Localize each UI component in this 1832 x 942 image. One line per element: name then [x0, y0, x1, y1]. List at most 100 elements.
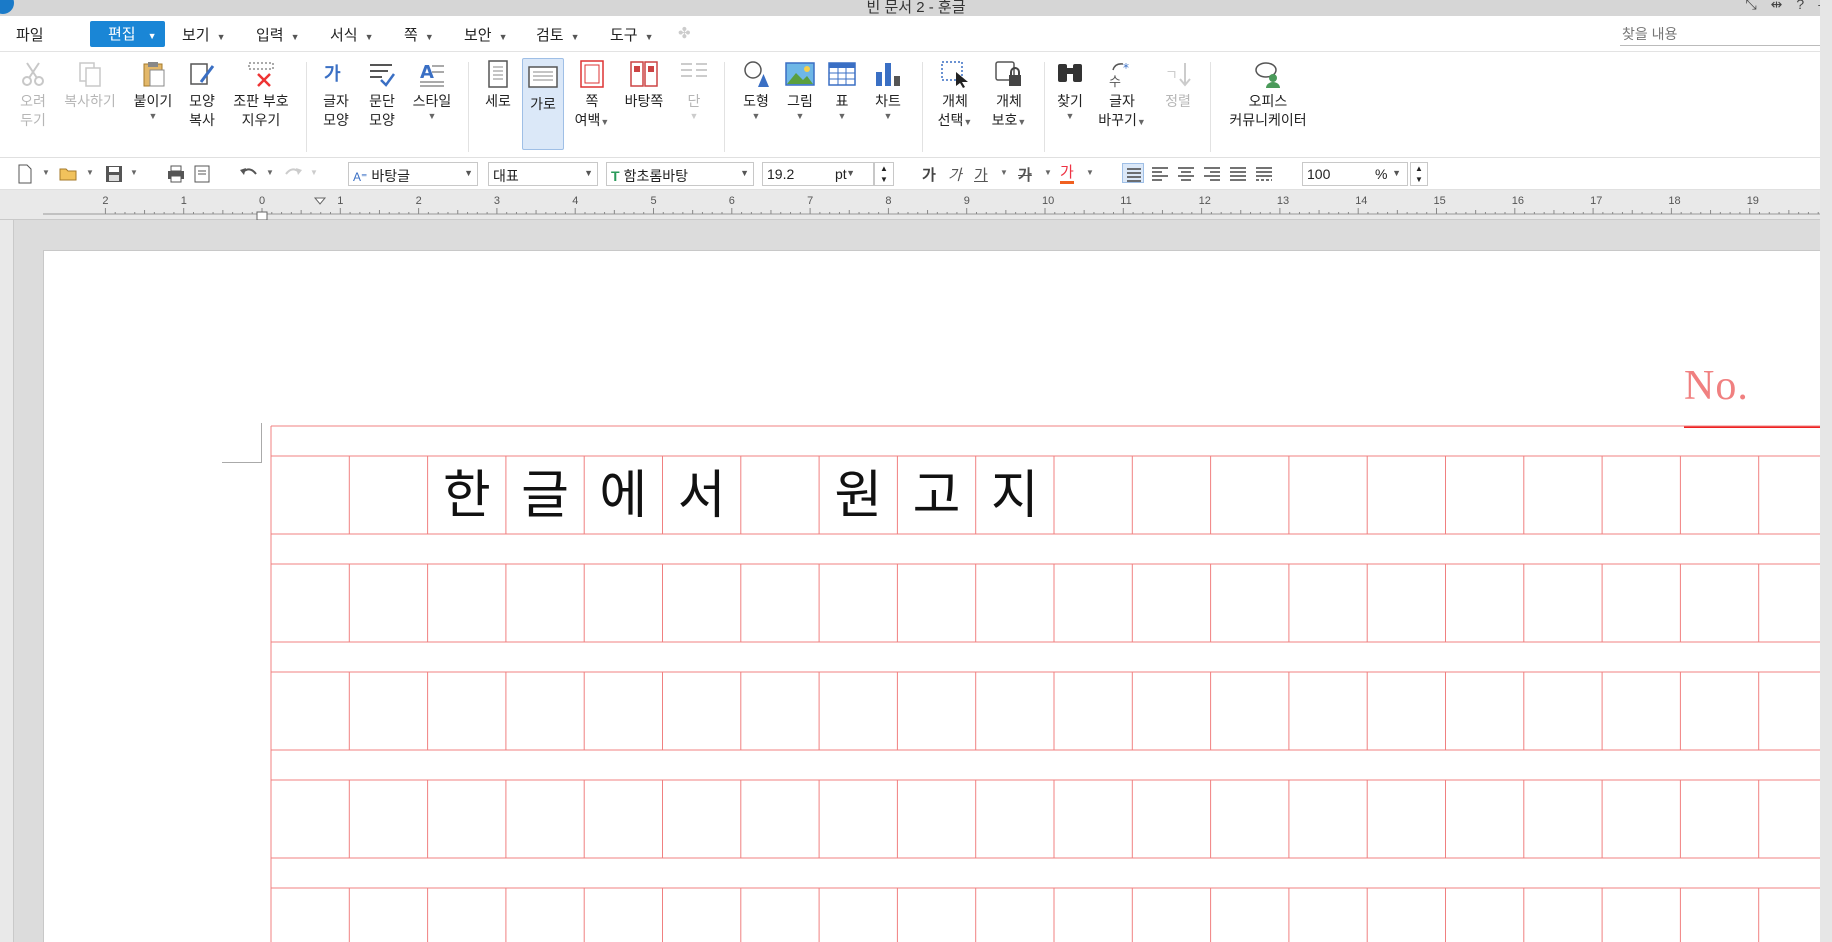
picture-icon — [785, 62, 815, 86]
search-input[interactable] — [1620, 22, 1832, 46]
chart-button[interactable]: 차트 ▼ — [866, 60, 910, 152]
replace-char-button[interactable]: 수 * 글자 바꾸기▼ — [1094, 60, 1150, 152]
chevron-down-icon[interactable]: ▼ — [86, 168, 94, 188]
chevron-down-icon[interactable]: ▼ — [1086, 168, 1094, 188]
distribute-icon[interactable] — [1228, 164, 1248, 184]
font-size-stepper[interactable]: ▲ ▼ — [874, 162, 894, 186]
vertical-ruler[interactable] — [0, 220, 14, 942]
grid-cell-char: 고 — [913, 466, 961, 526]
format-painter-icon — [190, 63, 215, 85]
master-page-button[interactable]: 바탕쪽 — [618, 60, 670, 152]
document-area[interactable]: No. 1 한글에서원고지 — [14, 220, 1832, 942]
chevron-down-icon[interactable]: ▼ — [266, 168, 274, 188]
cut-button[interactable]: 오려 두기 — [12, 60, 54, 152]
sort-button[interactable]: ㄱ 정렬 — [1158, 60, 1198, 152]
chevron-down-icon: ▼ — [740, 168, 749, 178]
menu-edit[interactable]: 편집 ▼ — [90, 21, 165, 47]
menu-page[interactable]: 쪽 ▼ — [404, 24, 434, 45]
portrait-button[interactable]: 세로 — [478, 60, 518, 152]
menu-format[interactable]: 서식 ▼ — [330, 24, 374, 45]
svg-text:A: A — [420, 62, 434, 83]
portrait-page-icon — [488, 60, 508, 88]
menu-file[interactable]: 파일 — [16, 24, 44, 45]
menu-review[interactable]: 검토 ▼ — [536, 24, 580, 45]
new-document-icon[interactable] — [16, 164, 34, 184]
office-communicator-button[interactable]: 오피스 커뮤니케이터 — [1220, 60, 1316, 152]
undo-icon[interactable] — [238, 164, 260, 184]
char-shape-button[interactable]: 가 글자 모양 — [316, 60, 356, 152]
chevron-down-icon[interactable]: ▼ — [42, 168, 50, 188]
align-center-icon[interactable] — [1176, 164, 1196, 184]
print-preview-icon[interactable] — [192, 164, 212, 184]
manuscript-grid[interactable]: 한글에서 원고지 — [44, 251, 1832, 942]
protect-object-button[interactable]: 개체 보호▼ — [984, 60, 1034, 152]
align-left-icon[interactable] — [1150, 164, 1170, 184]
font-type-icon: T — [611, 168, 620, 184]
svg-text:*: * — [1123, 61, 1129, 75]
window-right-edge — [1820, 0, 1832, 942]
chevron-down-icon[interactable]: ▼ — [310, 168, 318, 188]
align-right-icon[interactable] — [1202, 164, 1222, 184]
find-button[interactable]: 찾기 ▼ — [1050, 60, 1090, 152]
open-folder-icon[interactable] — [58, 164, 80, 184]
window-controls: ⤡ ⇹ ? – — [1745, 0, 1826, 13]
menu-security[interactable]: 보안 ▼ — [464, 24, 508, 45]
paste-button[interactable]: 붙이기 ▼ — [128, 60, 178, 152]
help-icon[interactable]: ? — [1796, 0, 1804, 13]
bold-button[interactable]: 가 — [922, 164, 936, 185]
menu-tools[interactable]: 도구 ▼ — [610, 24, 654, 45]
chevron-down-icon: ▼ — [644, 32, 654, 42]
font-size-field[interactable]: 19.2 pt ▼ — [762, 162, 874, 186]
font-color-button[interactable]: 가 — [1060, 164, 1074, 184]
menu-view[interactable]: 보기 ▼ — [182, 24, 226, 45]
divide-icon[interactable] — [1254, 164, 1274, 184]
table-button[interactable]: 표 ▼ — [824, 60, 860, 152]
style-select[interactable]: A⁼ 바탕글 ▼ — [348, 162, 478, 186]
clear-marks-button[interactable]: 조판 부호 지우기 — [228, 60, 294, 152]
chevron-down-icon[interactable]: ▼ — [1044, 168, 1052, 188]
underline-button[interactable]: 가 — [974, 164, 988, 185]
zoom-stepper[interactable]: ▲ ▼ — [1410, 162, 1428, 186]
grid-cell-char: 지 — [991, 466, 1039, 526]
ribbon-separator — [306, 62, 307, 152]
svg-text:ㄱ: ㄱ — [1165, 68, 1178, 84]
shape-icon — [744, 61, 769, 87]
resize-icon[interactable]: ⇹ — [1771, 0, 1783, 13]
plugin-icon[interactable]: ✤ — [678, 24, 691, 42]
italic-button[interactable]: 가 — [948, 164, 962, 185]
strikethrough-button[interactable]: 가 — [1018, 164, 1032, 185]
font-select[interactable]: T 함초롬바탕 ▼ — [606, 162, 754, 186]
justify-align-icon[interactable] — [1122, 163, 1144, 183]
chevron-down-icon[interactable]: ▼ — [130, 168, 138, 188]
print-icon[interactable] — [166, 164, 186, 184]
para-shape-button[interactable]: 문단 모양 — [360, 60, 404, 152]
ruler-label: 0 — [259, 195, 265, 207]
scissors-icon — [22, 62, 44, 86]
restore-icon[interactable]: ⤡ — [1745, 0, 1756, 13]
document-page[interactable]: No. 1 한글에서원고지 — [43, 250, 1832, 942]
page-margin-button[interactable]: 쪽 여백▼ — [570, 60, 614, 152]
horizontal-ruler[interactable]: 2101234567891011121314151617181920 — [0, 190, 1832, 220]
landscape-page-icon — [528, 66, 558, 88]
save-icon[interactable] — [104, 164, 124, 184]
language-select[interactable]: 대표 ▼ — [488, 162, 598, 186]
columns-button[interactable]: 단 ▼ — [676, 60, 712, 152]
style-button[interactable]: A 스타일 ▼ — [408, 60, 456, 152]
clipboard-icon — [143, 62, 165, 87]
format-copy-button[interactable]: 모양 복사 — [182, 60, 222, 152]
redo-icon[interactable] — [282, 164, 304, 184]
zoom-field[interactable]: 100 % ▼ — [1302, 162, 1408, 186]
messenger-icon — [1255, 62, 1280, 88]
select-object-button[interactable]: 개체 선택▼ — [930, 60, 980, 152]
copy-button[interactable]: 복사하기 — [58, 60, 122, 152]
grid-cell-char: 서 — [678, 466, 726, 526]
picture-button[interactable]: 그림 ▼ — [780, 60, 820, 152]
window-title: 빈 문서 2 - 훈글 — [866, 0, 966, 16]
chevron-down-icon[interactable]: ▼ — [1000, 168, 1008, 188]
menu-insert[interactable]: 입력 ▼ — [256, 24, 300, 45]
landscape-button[interactable]: 가로 — [522, 58, 564, 150]
chevron-down-icon: ▼ — [1392, 168, 1401, 178]
shape-button[interactable]: 도형 ▼ — [734, 60, 778, 152]
ruler-label: 3 — [494, 195, 500, 207]
margin-marker — [256, 211, 268, 220]
